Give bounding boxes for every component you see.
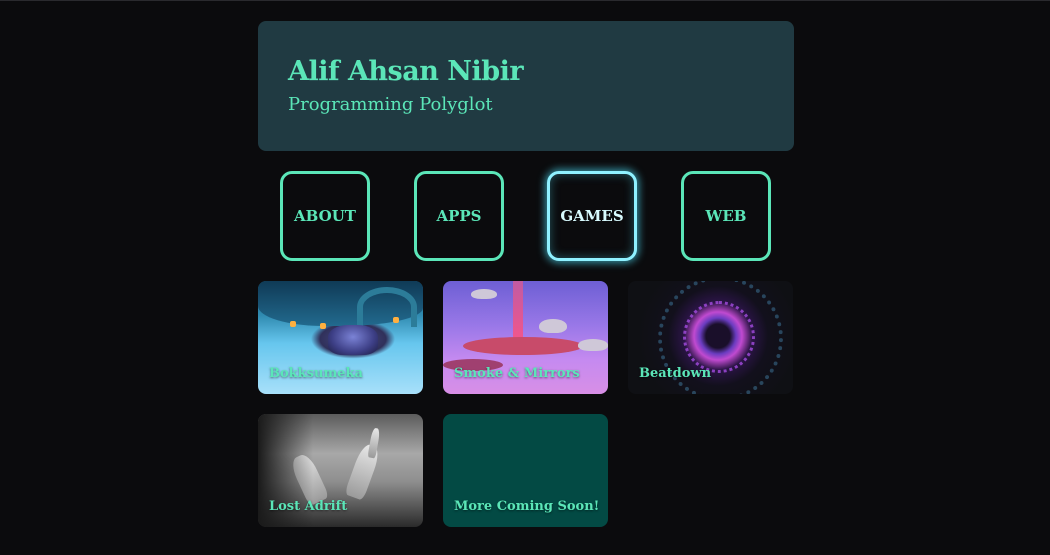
nav-games-button[interactable]: GAMES (547, 171, 637, 261)
game-card-smoke-mirrors[interactable]: Smoke & Mirrors (443, 281, 608, 394)
page-subtitle: Programming Polyglot (288, 94, 493, 115)
nav-about-label: ABOUT (294, 207, 356, 225)
profile-header: Alif Ahsan Nibir Programming Polyglot (258, 21, 794, 151)
game-card-title: Lost Adrift (269, 499, 348, 514)
nav-apps-button[interactable]: APPS (414, 171, 504, 261)
game-card-beatdown[interactable]: Beatdown (628, 281, 793, 394)
section-nav: ABOUT APPS GAMES WEB (280, 171, 772, 261)
game-card-title: More Coming Soon! (454, 499, 600, 514)
game-card-title: Smoke & Mirrors (454, 366, 580, 381)
nav-games-label: GAMES (560, 207, 624, 225)
nav-web-label: WEB (705, 207, 747, 225)
game-card-coming-soon: More Coming Soon! (443, 414, 608, 527)
game-card-title: Bokksumeka (269, 366, 363, 381)
nav-apps-label: APPS (436, 207, 482, 225)
game-card-lost-adrift[interactable]: Lost Adrift (258, 414, 423, 527)
game-card-title: Beatdown (639, 366, 712, 381)
nav-about-button[interactable]: ABOUT (280, 171, 370, 261)
nav-web-button[interactable]: WEB (681, 171, 771, 261)
page-title: Alif Ahsan Nibir (288, 56, 524, 87)
game-card-bokksumeka[interactable]: Bokksumeka (258, 281, 423, 394)
